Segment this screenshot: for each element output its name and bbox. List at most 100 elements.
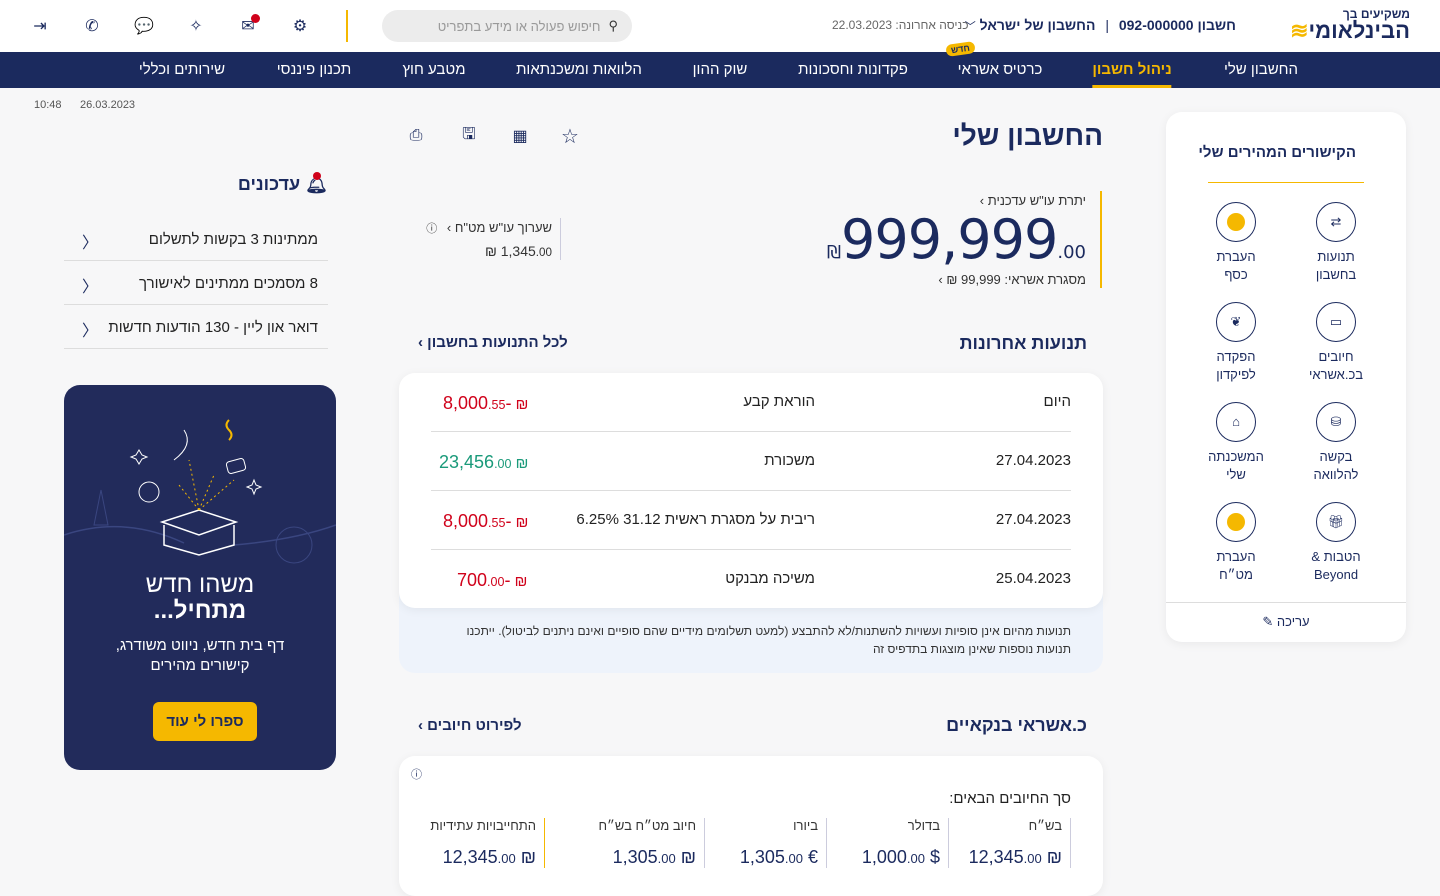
coins-icon: ⛁ — [1316, 402, 1356, 442]
txn-date: 27.04.2023 — [995, 511, 1071, 528]
chevron-left-icon: 〈 — [82, 235, 99, 252]
promo-title: משהו חדש — [145, 571, 255, 598]
table-row[interactable]: 27.04.2023 משכורת ₪ 23,456.00 — [431, 432, 1071, 491]
credit-col-future: התחייבויות עתידיות ₪ 12,345.00 — [430, 818, 545, 868]
nav-capital-market[interactable]: שוק ההון — [693, 52, 748, 88]
fx-value: ₪ 1,345.00 — [484, 243, 552, 259]
nav-account-management[interactable]: ניהול חשבון — [1092, 52, 1172, 88]
print-icon[interactable]: ⎙ — [404, 124, 428, 148]
txn-amount: ₪ -700.00 — [457, 570, 528, 590]
chevron-left-icon: 〈 — [82, 279, 99, 296]
chat-icon[interactable]: 💬 — [132, 14, 156, 38]
edit-quick-links-button[interactable]: עריכה ✎ — [1166, 614, 1406, 630]
balance-label-link[interactable]: יתרת עו"ש עדכנית › — [980, 193, 1086, 208]
fx-coin-icon — [1216, 502, 1256, 542]
col-cents: .00 — [1023, 851, 1042, 866]
balance-accent — [1100, 191, 1102, 288]
quick-link-mortgage[interactable]: ⌂ המשכנתה שלי — [1196, 402, 1276, 484]
info-icon[interactable]: ⓘ — [411, 766, 422, 782]
note-line: תנועות מהיום אינן סופיות ועשויות להשתנות… — [466, 624, 1071, 638]
ql-label: העברת — [1216, 549, 1256, 564]
col-label: בש״ח — [1028, 818, 1062, 833]
amount-value: 23,456 — [439, 452, 495, 472]
mail-icon[interactable]: ✉ — [236, 14, 260, 38]
quick-link-money-transfer[interactable]: העברת כסף — [1196, 202, 1276, 284]
amount-cents: .00 — [487, 575, 505, 589]
quick-links-panel: הקישורים המהירים שלי ⇄ תנועות בחשבון העברת… — [1166, 112, 1406, 642]
logo[interactable]: משקיעים בך הבינלאומי≋ — [1290, 8, 1410, 42]
info-icon[interactable]: ⓘ — [426, 223, 437, 235]
main-nav: החשבון שלי ניהול חשבון כרטיס אשראי פקדונ… — [0, 52, 1440, 88]
account-number: חשבון 092-000000 — [1118, 17, 1236, 33]
settings-gear-icon[interactable]: ⚙ — [288, 14, 312, 38]
bell-icon: 🔔︎ — [305, 172, 328, 194]
nav-loans[interactable]: הלוואות ומשכנתאות — [516, 52, 642, 88]
table-row[interactable]: 25.04.2023 משיכה מבנקט ₪ -700.00 — [431, 550, 1071, 609]
credit-col-ils: בש״ח ₪ 12,345.00 — [969, 818, 1071, 868]
house-icon: ⌂ — [1216, 402, 1256, 442]
fx-cents: .00 — [535, 246, 552, 259]
table-row[interactable]: 27.04.2023 6.25% 31.12 ריבית על מסגרת ראש… — [431, 491, 1071, 550]
favorite-star-icon[interactable]: ☆ — [558, 124, 582, 148]
pencil-icon: ✎ — [1262, 614, 1274, 629]
updates-title: עדכונים — [237, 174, 301, 194]
sparkle-icon[interactable]: ✧ — [184, 14, 208, 38]
update-item[interactable]: ממתינות 3 בקשות לתשלום 〈 — [64, 217, 328, 261]
quick-link-credit-charges[interactable]: ▭ חיובים בכ.אשראי — [1296, 302, 1376, 384]
excel-export-icon[interactable]: ▦ — [508, 124, 532, 148]
credit-col-usd: בדולר $ 1,000.00 — [862, 818, 949, 868]
nav-foreign-currency[interactable]: מטבע חוץ — [403, 52, 466, 88]
credit-limit-link[interactable]: מסגרת אשראי: 99,999 ₪ › — [938, 272, 1086, 287]
balance-label: יתרת עו"ש עדכנית — [987, 193, 1086, 208]
account-name: החשבון של ישראל — [979, 17, 1096, 33]
search-placeholder: חיפוש פעולה או מידע בתפריט — [437, 18, 601, 34]
nav-financial-planning[interactable]: תכנון פיננסי — [277, 52, 352, 88]
credit-col-fx-ils: חיוב מט״ח בש״ח ₪ 1,305.00 — [598, 818, 705, 868]
quick-link-deposit[interactable]: ❦ הפקדה לפיקדון — [1196, 302, 1276, 384]
account-selector[interactable]: חשבון 092-000000 | החשבון של ישראל ﹀ — [965, 17, 1236, 34]
transactions-title: תנועות אחרונות — [959, 333, 1087, 353]
nav-my-account[interactable]: החשבון שלי — [1224, 52, 1298, 88]
logout-icon[interactable]: ⇥ — [28, 14, 52, 38]
transactions-table: היום הוראת קבע ₪ -8,000.55 27.04.2023 משכור… — [399, 373, 1103, 608]
promo-card: משהו חדש מתחיל... דף בית חדש, ניווט משוד… — [64, 385, 336, 770]
fx-valuation-link[interactable]: שערוך עו"ש מט"ח › ⓘ — [426, 220, 552, 236]
logo-name: הבינלאומי≋ — [1290, 18, 1410, 43]
txn-amount: ₪ 23,456.00 — [439, 452, 529, 472]
quick-link-loan-request[interactable]: ⛁ בקשה להלוואה — [1296, 402, 1376, 484]
ql-label: כסף — [1224, 267, 1248, 282]
coin-transfer-icon — [1216, 202, 1256, 242]
current-time: 10:48 — [34, 99, 62, 111]
all-transactions-link[interactable]: לכל התנועות בחשבון › — [418, 334, 568, 351]
update-item[interactable]: 8 מסמכים ממתינים לאישורך 〈 — [64, 261, 328, 305]
divider — [346, 10, 348, 42]
quick-link-account-transactions[interactable]: ⇄ תנועות בחשבון — [1296, 202, 1376, 284]
col-label: ביורו — [793, 818, 818, 833]
nav-services[interactable]: שירותים וכללי — [139, 52, 225, 88]
update-item[interactable]: דואר און ליין - 130 הודעות חדשות 〈 — [64, 305, 328, 349]
credit-details-link[interactable]: לפירוט חיובים › — [418, 717, 522, 734]
last-login: כניסה אחרונה: 22.03.2023 — [832, 18, 969, 32]
tell-me-more-button[interactable]: ספרו לי עוד — [153, 702, 257, 741]
quick-links-title: הקישורים המהירים שלי — [1198, 144, 1356, 161]
quick-link-fx-transfer[interactable]: העברת מט״ח — [1196, 502, 1276, 584]
save-icon[interactable]: 🖫 — [457, 124, 481, 148]
nav-credit-card[interactable]: כרטיס אשראי — [958, 52, 1043, 88]
promo-text: דף בית חדש, ניווט משודרג, — [115, 637, 285, 654]
page-title: החשבון שלי — [952, 120, 1103, 151]
search-input[interactable]: ⚲ חיפוש פעולה או מידע בתפריט — [382, 10, 632, 42]
txn-date: היום — [1043, 393, 1071, 410]
currency-symbol: ₪ — [826, 242, 842, 263]
note-line: תנועות נוספות שאינן מוצגות בתדפיס זה — [872, 642, 1071, 656]
nav-deposits[interactable]: פקדונות וחסכונות — [798, 52, 908, 88]
col-label: חיוב מט״ח בש״ח — [598, 818, 696, 833]
quick-link-benefits[interactable]: 🎁︎ הטבות & Beyond — [1296, 502, 1376, 584]
table-row[interactable]: היום הוראת קבע ₪ -8,000.55 — [431, 373, 1071, 432]
amount-cents: .00 — [494, 457, 512, 471]
gift-icon: 🎁︎ — [1316, 502, 1356, 542]
col-cents: .00 — [906, 851, 925, 866]
credit-title: כ.אשראי בנקאיים — [946, 715, 1087, 735]
txn-description: הוראת קבע — [743, 393, 815, 410]
phone-icon[interactable]: ✆ — [80, 14, 104, 38]
txn-description: 6.25% 31.12 ריבית על מסגרת ראשית — [576, 511, 815, 528]
